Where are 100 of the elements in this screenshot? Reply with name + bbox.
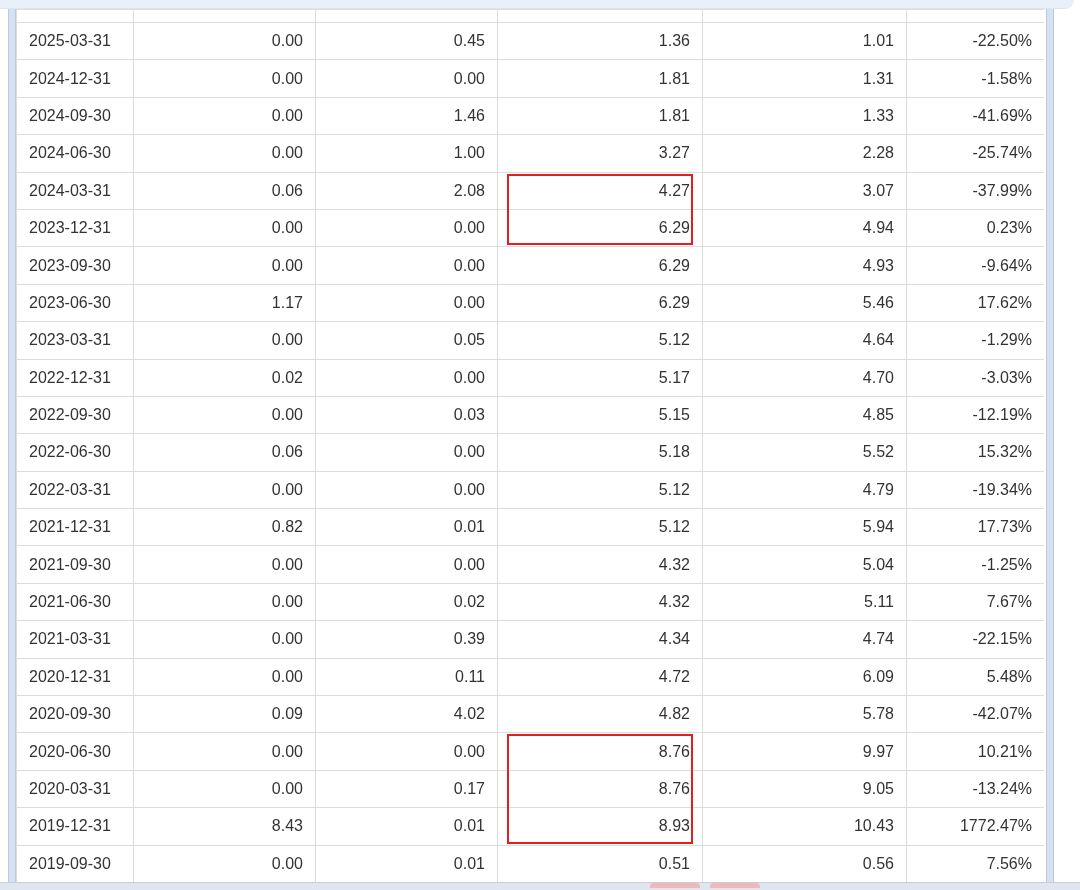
table-cell: 2024-12-31 (16, 59, 134, 98)
table-cell: 5.12 (497, 508, 703, 546)
table-cell: 0.00 (315, 209, 498, 247)
table-cell: 0.00 (315, 433, 498, 472)
table-cell: 0.00 (315, 732, 498, 771)
table-cell: 2025-03-31 (16, 22, 134, 60)
table-cell: 4.72 (497, 658, 703, 696)
bottom-tab[interactable] (650, 883, 700, 888)
table-cell: 2.08 (315, 172, 498, 210)
table-cell: 9.97 (702, 732, 907, 771)
table-cell: 5.12 (497, 321, 703, 359)
table-cell: 4.32 (497, 545, 703, 584)
table-cell: 1.17 (133, 284, 316, 322)
table-cell: 4.93 (702, 246, 907, 285)
table-cell: 2023-12-31 (16, 209, 134, 247)
table-cell: 0.09 (133, 695, 316, 733)
table-cell: 0.05 (315, 321, 498, 359)
table-cell: 2020-09-30 (16, 695, 134, 733)
table-cell: 6.29 (497, 246, 703, 285)
table-cell: 0.00 (133, 545, 316, 584)
table-cell: 2020-06-30 (16, 732, 134, 771)
table-cell: 4.70 (702, 359, 907, 397)
table-cell: 0.00 (315, 545, 498, 584)
table-cell: 0.00 (315, 471, 498, 509)
table-cell: 0.00 (133, 620, 316, 659)
table-cell: 4.27 (497, 172, 703, 210)
table-cell: 0.39 (315, 620, 498, 659)
table-cell: 2023-09-30 (16, 246, 134, 285)
table-cell: 0.00 (133, 583, 316, 621)
table-cell: 5.17 (497, 359, 703, 397)
table-cell: 5.78 (702, 695, 907, 733)
table-cell: 0.17 (315, 770, 498, 808)
table-cell: 0.00 (133, 321, 316, 359)
table-cell: 1.33 (702, 97, 907, 135)
table-cell: 1.31 (702, 59, 907, 98)
table-cell: 6.09 (702, 658, 907, 696)
table-cell: 1.81 (497, 97, 703, 135)
table-cell: 5.94 (702, 508, 907, 546)
table-cell: 0.45 (315, 22, 498, 60)
table-cell: 1.81 (497, 59, 703, 98)
table-cell: 2019-12-31 (16, 807, 134, 846)
table-cell: 4.94 (702, 209, 907, 247)
table-cell: 1.36 (497, 22, 703, 60)
table-cell: 5.46 (702, 284, 907, 322)
table-cell: 4.02 (315, 695, 498, 733)
table-cell: 0.06 (133, 433, 316, 472)
table-cell: 0.00 (133, 658, 316, 696)
table-cell: 1.46 (315, 97, 498, 135)
table-cell: 2022-03-31 (16, 471, 134, 509)
table-cell: 3.07 (702, 172, 907, 210)
table-cell: 4.79 (702, 471, 907, 509)
table-cell: 2023-06-30 (16, 284, 134, 322)
table-cell: 4.82 (497, 695, 703, 733)
table-cell: 0.82 (133, 508, 316, 546)
table-cell: 2023-03-31 (16, 321, 134, 359)
table-cell: 0.00 (133, 134, 316, 173)
table-cell: 0.00 (315, 59, 498, 98)
table-cell: 0.01 (315, 807, 498, 846)
table-cell: 0.06 (133, 172, 316, 210)
table-cell: 2020-12-31 (16, 658, 134, 696)
table-cell: 0.00 (133, 97, 316, 135)
table-cell: 0.00 (315, 284, 498, 322)
table-cell: 8.93 (497, 807, 703, 846)
table-cell: 5.11 (702, 583, 907, 621)
table-cell: 0.00 (133, 770, 316, 808)
table-cell: 2022-12-31 (16, 359, 134, 397)
table-cell: 5.15 (497, 396, 703, 434)
table-cell: 1.00 (315, 134, 498, 173)
table-cell: 0.00 (133, 396, 316, 434)
table-cell: 2021-09-30 (16, 545, 134, 584)
table-cell: 4.64 (702, 321, 907, 359)
table-cell: 0.00 (315, 246, 498, 285)
table-cell: 9.05 (702, 770, 907, 808)
table-cell: 8.76 (497, 732, 703, 771)
table-cell: 0.00 (133, 209, 316, 247)
table-cell: 0.00 (315, 359, 498, 397)
table-cell: 2024-03-31 (16, 172, 134, 210)
table-cell: 4.32 (497, 583, 703, 621)
table-cell: 6.29 (497, 284, 703, 322)
table-cell: 8.43 (133, 807, 316, 846)
table-cell: 2024-09-30 (16, 97, 134, 135)
table-cell: 0.02 (315, 583, 498, 621)
table-cell: 0.00 (133, 246, 316, 285)
table-cell: 5.18 (497, 433, 703, 472)
table-cell: 5.52 (702, 433, 907, 472)
table-cell: 10.43 (702, 807, 907, 846)
table-cell: 2024-06-30 (16, 134, 134, 173)
table-cell: 2022-06-30 (16, 433, 134, 472)
table-cell: 0.00 (133, 471, 316, 509)
table-cell: 0.03 (315, 396, 498, 434)
table-cell: 0.01 (315, 508, 498, 546)
table-cell: 2020-03-31 (16, 770, 134, 808)
table-cell: 6.29 (497, 209, 703, 247)
table-cell: 0.00 (133, 22, 316, 60)
bottom-tab[interactable] (710, 883, 760, 888)
table-cell: 0.00 (133, 59, 316, 98)
table-cell: 4.34 (497, 620, 703, 659)
table-cell: 0.02 (133, 359, 316, 397)
table-cell: 0.00 (133, 732, 316, 771)
table-cell: 8.76 (497, 770, 703, 808)
